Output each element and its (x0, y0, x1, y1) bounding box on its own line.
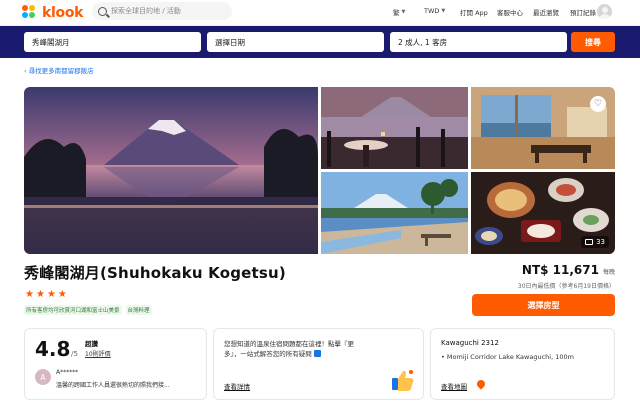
star-icon: ★ (46, 289, 56, 300)
currency-selector[interactable]: TWD ▼ (424, 7, 445, 15)
favorite-heart-icon[interactable]: ♡ (590, 96, 606, 112)
faq-text-line-1: 您想知道的溫泉住宿問題都在這裡！點擊『更 (224, 340, 354, 348)
view-map-link[interactable]: 查看地圖 (441, 381, 467, 391)
top-navigation-bar: klook 探索全球目的地 / 活動 繁 ▼ TWD ▼ 打開 App 客服中心 最… (0, 0, 640, 26)
hotel-search-bar: 秀峰閣湖月 選擇日期 2 成人, 1 客房 搜尋 (0, 26, 640, 58)
language-label: 繁 (393, 9, 400, 17)
hotel-tag: 所有客房均可欣賞河口湖和富士山美景 (24, 305, 122, 315)
view-details-link[interactable]: 查看詳情 (224, 381, 250, 391)
photo-count: 33 (596, 238, 605, 246)
star-icon: ★ (57, 289, 67, 300)
gallery-photo-main[interactable] (24, 87, 318, 254)
help-center-link[interactable]: 客服中心 (497, 7, 523, 17)
chevron-down-icon: ▼ (401, 9, 406, 15)
reviewer-name: A****** (56, 369, 79, 376)
language-selector[interactable]: 繁 ▼ (393, 7, 405, 17)
hotel-tags: 所有客房均可欣賞河口湖和富士山美景 台灣料理 (24, 305, 152, 315)
price-unit: 每晚 (602, 269, 615, 276)
price-block: NT$ 11,671 每晚 (522, 263, 615, 277)
hot-spring-faq-card[interactable]: 您想知道的溫泉住宿問題都在這裡！點擊『更 多』，一站式解答您的所有疑問 查看詳情 (213, 328, 424, 400)
faq-text: 您想知道的溫泉住宿問題都在這裡！點擊『更 多』，一站式解答您的所有疑問 (224, 339, 394, 359)
klook-wordmark: klook (42, 5, 84, 21)
faq-text-line-2: 多』，一站式解答您的所有疑問 (224, 349, 394, 359)
gallery-photo-pool[interactable] (321, 172, 468, 254)
currency-label: TWD (424, 7, 440, 15)
bookings-link[interactable]: 預訂紀錄 (570, 7, 596, 17)
location-title: Kawaguchi 2312 (441, 339, 499, 347)
search-icon (98, 6, 107, 16)
gallery-photo-kaiseki[interactable]: 33 (471, 172, 615, 254)
search-placeholder: 探索全球目的地 / 活動 (111, 7, 181, 15)
star-rating: ★ ★ ★ ★ (25, 290, 67, 300)
date-field[interactable]: 選擇日期 (207, 32, 384, 52)
price-note: 30日內最低價（參考6月19日價格） (517, 283, 615, 290)
klook-logo[interactable]: klook (22, 3, 83, 23)
rating-word: 超讚 (85, 340, 98, 348)
hotel-name: 秀峰閣湖月(Shuhokaku Kogetsu) (24, 264, 286, 282)
map-pin-icon (475, 378, 487, 390)
price-value: NT$ 11,671 (521, 263, 599, 277)
user-avatar[interactable] (597, 4, 612, 19)
review-score-max: /5 (71, 350, 78, 358)
review-summary-card[interactable]: 4.8 /5 超讚 10則評價 A A****** 溫馨的跨國工作人員還很熱切的… (24, 328, 207, 400)
review-snippet: 溫馨的跨國工作人員還很熱切的照我們接... (56, 382, 170, 389)
photo-gallery[interactable]: ♡ 33 (24, 87, 615, 254)
destination-field[interactable]: 秀峰閣湖月 (24, 32, 201, 52)
location-nearby: • Momiji Corridor Lake Kawaguchi, 100m (441, 353, 574, 361)
guests-field[interactable]: 2 成人, 1 客房 (390, 32, 567, 52)
hotel-tag: 台灣料理 (125, 305, 152, 315)
chevron-down-icon: ▼ (441, 8, 446, 14)
location-card[interactable]: Kawaguchi 2312 • Momiji Corridor Lake Ka… (430, 328, 615, 400)
photo-count-badge[interactable]: 33 (581, 236, 609, 248)
star-icon: ★ (35, 289, 45, 300)
klook-logo-mark (22, 5, 38, 21)
thumbs-up-illustration-icon (392, 370, 414, 391)
reviews-count-link[interactable]: 10則評價 (85, 349, 111, 358)
recently-viewed-link[interactable]: 最近瀏覽 (533, 7, 559, 17)
reviewer-avatar: A (35, 369, 51, 385)
faq-text-line-2-label: 多』，一站式解答您的所有疑問 (224, 350, 312, 358)
back-to-hotels-link[interactable]: ‹ 尋找更多南都留郡飯店 (24, 65, 94, 75)
gallery-photo-terrace[interactable] (321, 87, 468, 169)
gallery-photo-room[interactable]: ♡ (471, 87, 615, 169)
review-score: 4.8 (35, 337, 71, 361)
open-app-link[interactable]: 打開 App (460, 7, 488, 17)
search-button[interactable]: 搜尋 (571, 32, 615, 52)
image-icon (585, 239, 594, 245)
select-room-button[interactable]: 選擇房型 (472, 294, 615, 316)
star-icon: ★ (25, 289, 34, 300)
global-search-input[interactable]: 探索全球目的地 / 活動 (92, 2, 232, 20)
info-square-icon (313, 350, 321, 357)
